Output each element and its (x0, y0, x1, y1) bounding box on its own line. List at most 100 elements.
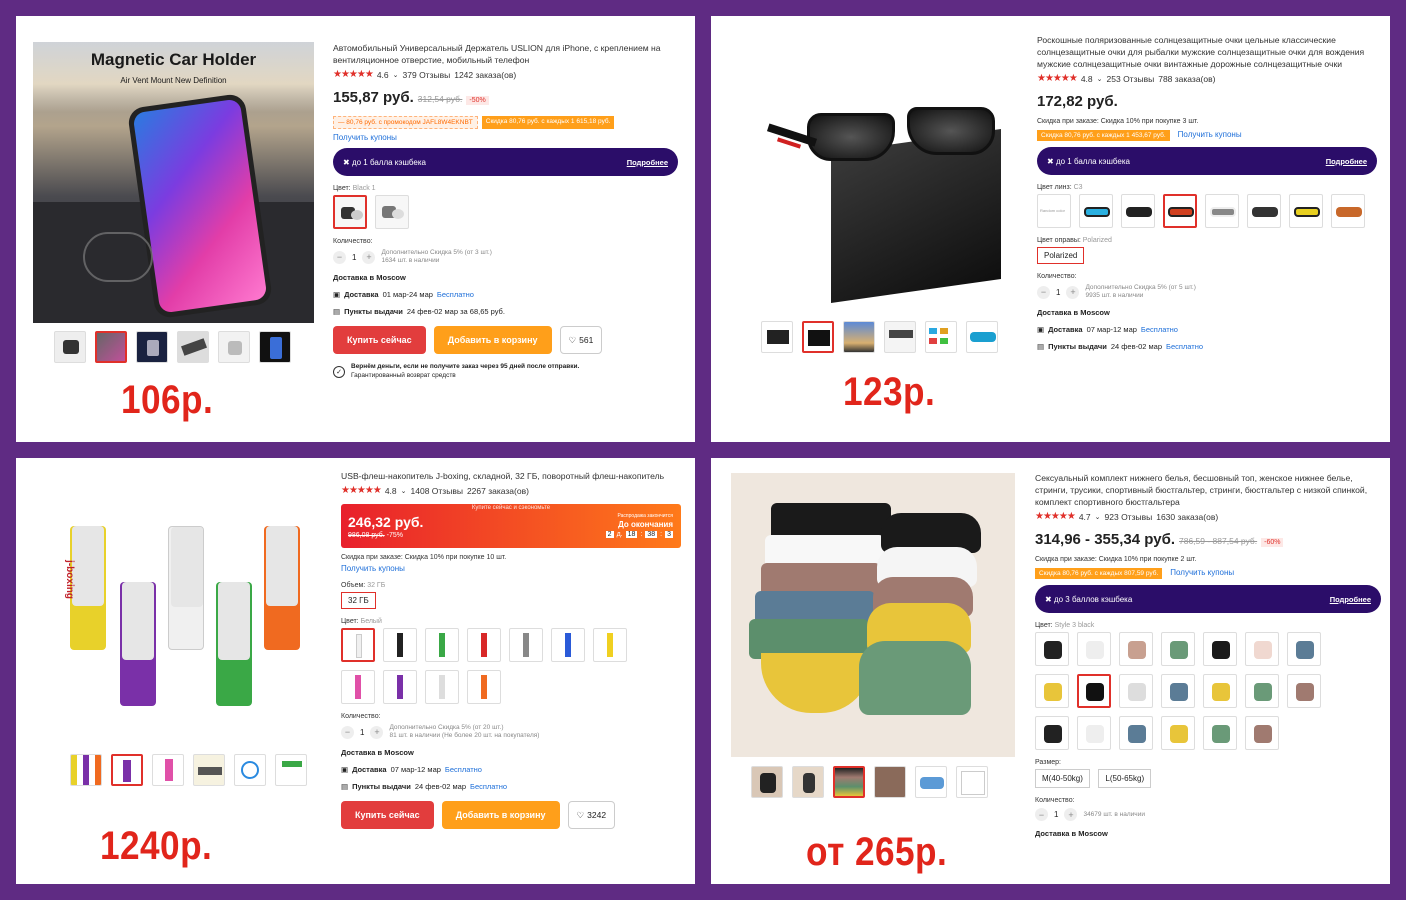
get-coupons-link[interactable]: Получить купоны (1178, 130, 1242, 139)
color-swatch[interactable] (375, 195, 409, 229)
thumbnail[interactable] (259, 331, 291, 363)
quantity-value[interactable]: 1 (1054, 810, 1058, 819)
color-swatch[interactable] (1161, 674, 1195, 708)
color-swatch[interactable] (1245, 716, 1279, 750)
color-swatch[interactable] (1077, 632, 1111, 666)
thumbnail[interactable] (70, 754, 102, 786)
thumbnail[interactable] (915, 766, 947, 798)
color-swatch[interactable] (1035, 632, 1069, 666)
color-swatch-selected[interactable] (333, 195, 367, 229)
color-swatch[interactable] (1287, 674, 1321, 708)
thumbnail[interactable] (925, 321, 957, 353)
get-coupons-link[interactable]: Получить купоны (333, 133, 678, 142)
color-swatch[interactable] (1161, 716, 1195, 750)
promo-code-badge[interactable]: — 80,76 руб. с промокодом JAFL8W4EKNBT (333, 116, 478, 129)
lens-swatch[interactable] (1247, 194, 1281, 228)
get-coupons-link[interactable]: Получить купоны (1170, 568, 1234, 577)
color-swatch[interactable] (425, 628, 459, 662)
thumbnail[interactable] (177, 331, 209, 363)
product-main-image[interactable] (747, 61, 1022, 311)
product-main-image[interactable] (731, 473, 1015, 757)
thumbnail-selected[interactable] (95, 331, 127, 363)
thumbnail[interactable] (234, 754, 266, 786)
plus-button[interactable]: + (1064, 808, 1078, 821)
color-swatch-selected[interactable] (341, 628, 375, 662)
color-swatch[interactable] (1245, 632, 1279, 666)
color-swatch[interactable] (1287, 632, 1321, 666)
thumbnail[interactable] (136, 331, 168, 363)
color-swatch[interactable] (467, 628, 501, 662)
reviews-count[interactable]: 923 Отзывы (1105, 512, 1153, 522)
product-main-image[interactable]: j-boxing (46, 494, 316, 754)
color-swatch[interactable] (425, 670, 459, 704)
size-option[interactable]: M(40-50kg) (1035, 769, 1090, 788)
more-link[interactable]: Подробнее (1330, 595, 1371, 604)
minus-button[interactable]: − (1037, 285, 1050, 299)
lens-swatch-selected[interactable] (1163, 194, 1197, 228)
color-swatch[interactable] (1245, 674, 1279, 708)
plus-button[interactable]: + (1066, 285, 1080, 299)
thumbnail[interactable] (966, 321, 998, 353)
thumbnail[interactable] (956, 766, 988, 798)
reviews-count[interactable]: 253 Отзывы (1107, 74, 1155, 84)
lens-swatch[interactable] (1205, 194, 1239, 228)
more-link[interactable]: Подробнее (1326, 157, 1367, 166)
quantity-value[interactable]: 1 (352, 253, 356, 262)
cashback-banner[interactable]: ✖ до 1 балла кэшбека Подробнее (1037, 147, 1377, 175)
color-swatch[interactable] (1203, 674, 1237, 708)
lens-swatch[interactable] (1289, 194, 1323, 228)
color-swatch[interactable] (551, 628, 585, 662)
wishlist-button[interactable]: ♡ 561 (559, 326, 603, 354)
color-swatch[interactable] (383, 628, 417, 662)
cashback-banner[interactable]: ✖ до 3 баллов кэшбека Подробнее (1035, 585, 1381, 613)
thumbnail[interactable] (218, 331, 250, 363)
lens-swatch[interactable] (1331, 194, 1365, 228)
minus-button[interactable]: − (333, 250, 346, 264)
quantity-value[interactable]: 1 (360, 728, 364, 737)
color-swatch-selected[interactable] (1077, 674, 1111, 708)
product-main-image[interactable]: Magnetic Car Holder Air Vent Mount New D… (33, 42, 314, 323)
color-swatch[interactable] (509, 628, 543, 662)
thumbnail[interactable] (152, 754, 184, 786)
wishlist-button[interactable]: ♡ 3242 (567, 801, 616, 829)
size-option[interactable]: L(50-65kg) (1098, 769, 1152, 788)
color-swatch[interactable] (1203, 632, 1237, 666)
add-to-cart-button[interactable]: Добавить в корзину (433, 326, 552, 354)
thumbnail-selected[interactable] (802, 321, 834, 353)
color-swatch[interactable] (1161, 632, 1195, 666)
thumbnail[interactable] (843, 321, 875, 353)
frame-option-selected[interactable]: Polarized (1037, 247, 1085, 264)
thumbnail[interactable] (751, 766, 783, 798)
minus-button[interactable]: − (341, 725, 354, 739)
swatch-random[interactable]: Random color (1037, 194, 1071, 228)
lens-swatch[interactable] (1121, 194, 1155, 228)
color-swatch[interactable] (1203, 716, 1237, 750)
thumbnail[interactable] (193, 754, 225, 786)
minus-button[interactable]: − (1035, 808, 1048, 821)
color-swatch[interactable] (1119, 632, 1153, 666)
color-swatch[interactable] (1077, 716, 1111, 750)
thumbnail[interactable] (884, 321, 916, 353)
buy-now-button[interactable]: Купить сейчас (341, 801, 434, 829)
get-coupons-link[interactable]: Получить купоны (341, 564, 681, 573)
quantity-value[interactable]: 1 (1056, 288, 1060, 297)
plus-button[interactable]: + (362, 250, 376, 264)
color-swatch[interactable] (467, 670, 501, 704)
add-to-cart-button[interactable]: Добавить в корзину (441, 801, 560, 829)
color-swatch[interactable] (1035, 716, 1069, 750)
color-swatch[interactable] (1119, 716, 1153, 750)
reviews-count[interactable]: 1408 Отзывы (411, 486, 463, 496)
thumbnail[interactable] (792, 766, 824, 798)
color-swatch[interactable] (1035, 674, 1069, 708)
thumbnail[interactable] (54, 331, 86, 363)
lens-swatch[interactable] (1079, 194, 1113, 228)
buy-now-button[interactable]: Купить сейчас (333, 326, 426, 354)
color-swatch[interactable] (1119, 674, 1153, 708)
plus-button[interactable]: + (370, 725, 384, 739)
color-swatch[interactable] (383, 670, 417, 704)
more-link[interactable]: Подробнее (627, 158, 668, 167)
thumbnail[interactable] (275, 754, 307, 786)
color-swatch[interactable] (593, 628, 627, 662)
thumbnail[interactable] (761, 321, 793, 353)
cashback-banner[interactable]: ✖ до 1 балла кэшбека Подробнее (333, 148, 678, 176)
